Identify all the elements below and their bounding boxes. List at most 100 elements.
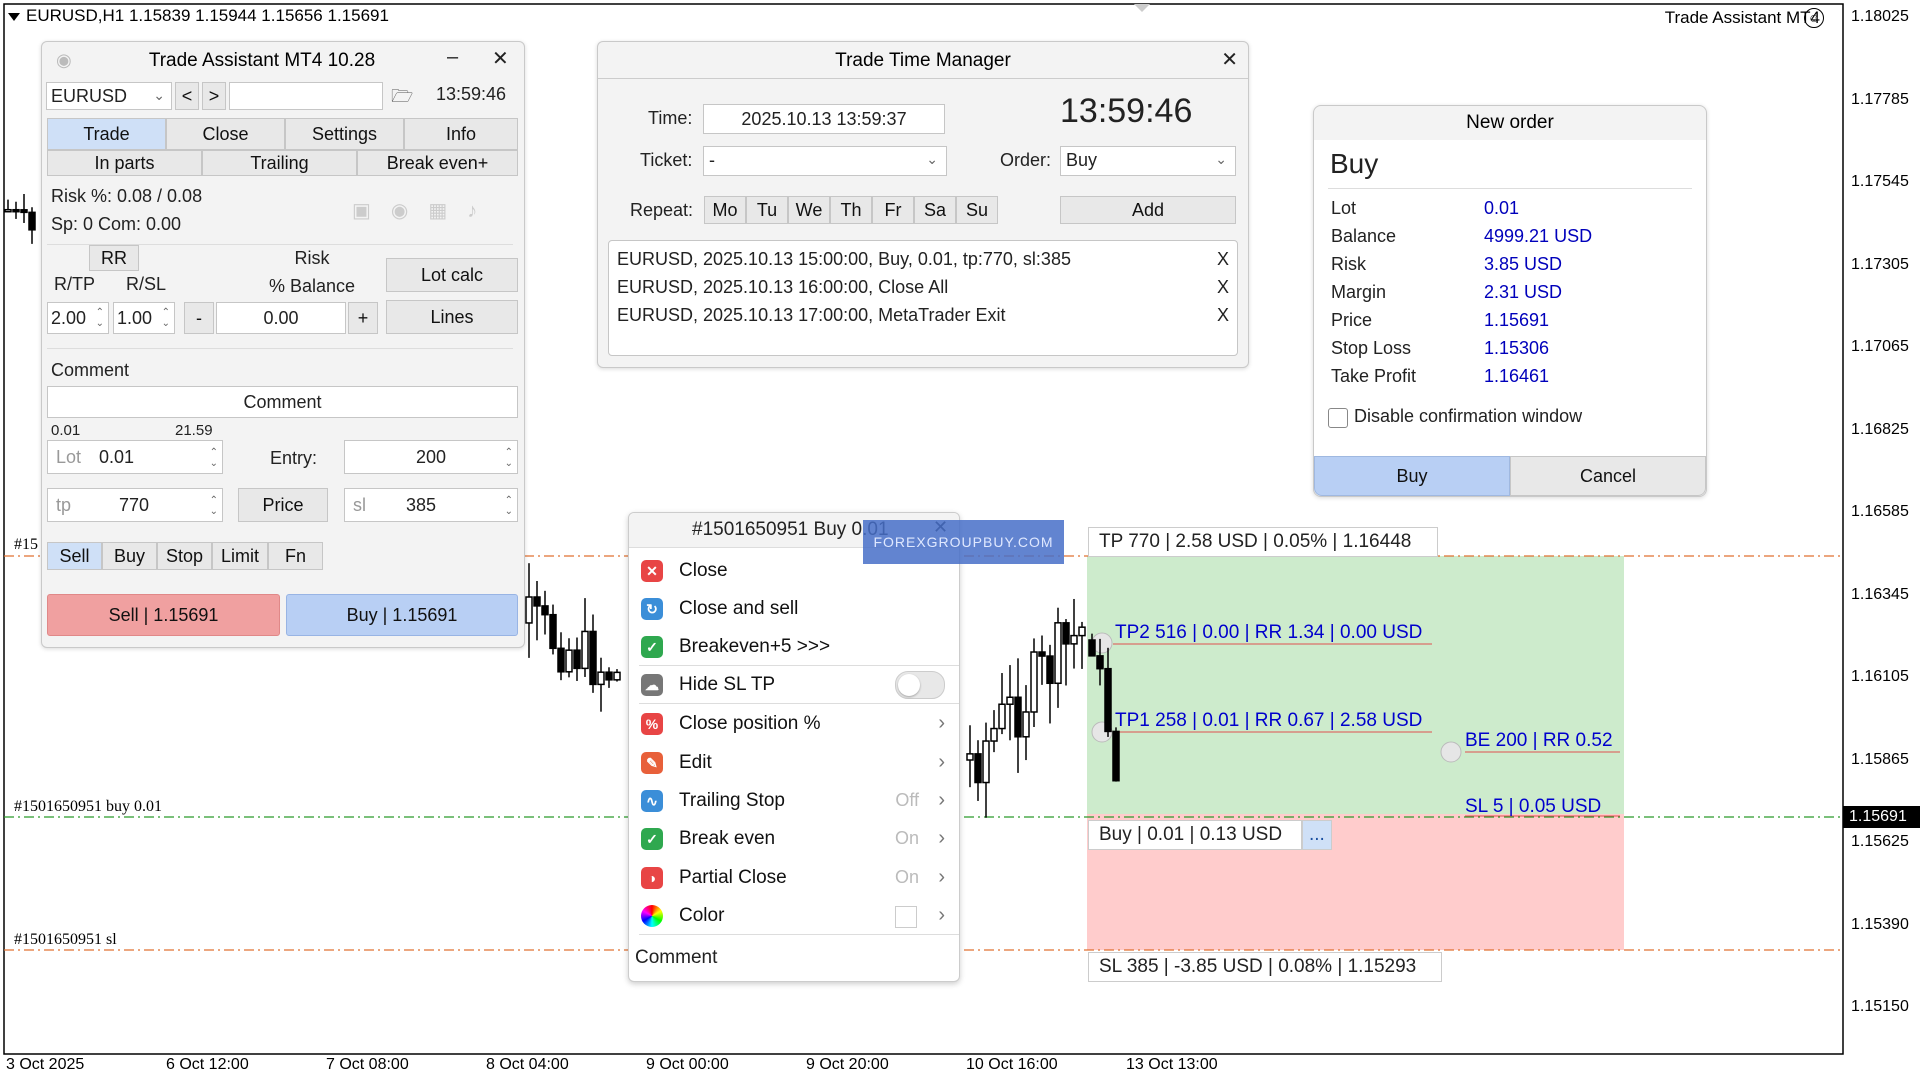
stepper-icon[interactable]: ⌃ ⌄ [505, 447, 513, 469]
price-tick-label: 1.17545 [1851, 173, 1909, 190]
comment-label: Comment [51, 360, 130, 380]
screenshot-icon[interactable]: ▣ [352, 200, 391, 222]
risk-plus-button[interactable]: + [348, 302, 378, 334]
menu-item-label: Close [679, 560, 728, 581]
price-button[interactable]: Price [238, 488, 328, 522]
risk-minus-button[interactable]: - [184, 302, 214, 334]
toolbar-icons[interactable]: ▣◉▦♪ [352, 198, 497, 223]
menu-item[interactable]: ✓ Break even On › [629, 819, 959, 857]
lot-calc-button[interactable]: Lot calc [386, 258, 518, 292]
ttm-order-select[interactable]: Buy ⌄ [1060, 146, 1236, 176]
candle [557, 647, 565, 673]
sl5-label[interactable]: SL 5 | 0.05 USD [1465, 796, 1601, 818]
minimize-button[interactable]: – [447, 46, 458, 69]
ttm-add-button[interactable]: Add [1060, 196, 1236, 224]
rsl-input[interactable]: 1.00 ⌃ ⌄ [113, 302, 175, 334]
sl-input[interactable]: sl 385 ⌃ ⌄ [344, 488, 518, 522]
day-fr[interactable]: Fr [872, 196, 914, 224]
menu-item[interactable]: % Close position % › [629, 704, 959, 742]
stepper-icon[interactable]: ⌃ ⌄ [210, 495, 218, 517]
tab-trailing[interactable]: Trailing [202, 150, 357, 176]
list-item[interactable]: EURUSD, 2025.10.13 17:00:00, MetaTrader … [617, 305, 1213, 326]
tp2-label[interactable]: TP2 516 | 0.00 | RR 1.34 | 0.00 USD [1115, 622, 1422, 644]
be-label[interactable]: BE 200 | RR 0.52 [1465, 730, 1613, 752]
color-swatch[interactable] [895, 906, 917, 928]
order-type-limit[interactable]: Limit [212, 542, 268, 570]
menu-item[interactable]: ↻ Close and sell [629, 589, 959, 627]
entry-input[interactable]: 200 ⌃ ⌄ [344, 440, 518, 474]
stepper-icon[interactable]: ⌃ ⌄ [96, 307, 104, 329]
order-type-stop[interactable]: Stop [157, 542, 212, 570]
risk-percent: Risk %: 0.08 / 0.08 [51, 186, 203, 206]
day-tu[interactable]: Tu [746, 196, 788, 224]
confirm-buy-button[interactable]: Buy [1314, 456, 1510, 496]
remove-task-button[interactable]: X [1217, 305, 1229, 326]
buy-button[interactable]: Buy | 1.15691 [286, 594, 518, 636]
menu-comment[interactable]: Comment [635, 947, 717, 969]
hide-sltp-toggle[interactable] [895, 671, 945, 699]
tp-box[interactable]: TP 770 | 2.58 USD | 0.05% | 1.16448 [1088, 527, 1438, 557]
tab-trade[interactable]: Trade [47, 118, 166, 150]
day-we[interactable]: We [788, 196, 830, 224]
calendar-icon[interactable]: ▦ [428, 200, 467, 222]
lines-button[interactable]: Lines [386, 300, 518, 334]
day-th[interactable]: Th [830, 196, 872, 224]
menu-item[interactable]: ☁ Hide SL TP [629, 665, 959, 703]
sl-box[interactable]: SL 385 | -3.85 USD | 0.08% | 1.15293 [1088, 952, 1442, 982]
order-type-buy[interactable]: Buy [102, 542, 157, 570]
comment-input[interactable]: Comment [47, 386, 518, 418]
day-sa[interactable]: Sa [914, 196, 956, 224]
tab-in-parts[interactable]: In parts [47, 150, 202, 176]
risk-input[interactable]: 0.00 [216, 302, 346, 334]
tab-settings[interactable]: Settings [285, 118, 404, 150]
menu-item[interactable]: Color › [629, 896, 959, 934]
camera-icon[interactable]: ◉ [56, 50, 78, 70]
stepper-icon[interactable]: ⌃ ⌄ [505, 495, 513, 517]
stepper-icon[interactable]: ⌃ ⌄ [210, 447, 218, 469]
menu-item[interactable]: ∿ Trailing Stop Off › [629, 781, 959, 819]
tab-break-even[interactable]: Break even+ [357, 150, 518, 176]
day-su[interactable]: Su [956, 196, 998, 224]
lot-input[interactable]: Lot 0.01 ⌃ ⌄ [47, 440, 223, 474]
stepper-icon[interactable]: ⌃ ⌄ [162, 307, 170, 329]
prev-symbol-button[interactable]: < [175, 82, 199, 110]
ttm-ticket-select[interactable]: - ⌄ [703, 146, 947, 176]
menu-item[interactable]: ✎ Edit › [629, 743, 959, 781]
sl-line-label: #1501650951 sl [14, 931, 117, 948]
remove-task-button[interactable]: X [1217, 249, 1229, 270]
order-type-fn[interactable]: Fn [268, 542, 323, 570]
menu-item-label: Close position % [679, 713, 821, 734]
candle [1046, 655, 1054, 685]
eye-icon[interactable]: ◉ [391, 200, 428, 222]
day-mo[interactable]: Mo [704, 196, 746, 224]
list-item[interactable]: EURUSD, 2025.10.13 15:00:00, Buy, 0.01, … [617, 249, 1213, 270]
disable-confirm-checkbox[interactable] [1328, 408, 1348, 428]
rtp-label: R/TP [54, 274, 96, 294]
tp1-label[interactable]: TP1 258 | 0.01 | RR 0.67 | 2.58 USD [1115, 710, 1422, 732]
next-symbol-button[interactable]: > [202, 82, 226, 110]
bell-icon[interactable]: ♪ [467, 200, 497, 222]
rr-button[interactable]: RR [89, 245, 139, 271]
more-button[interactable]: ... [1302, 820, 1332, 850]
chart-menu-icon[interactable] [8, 12, 20, 21]
close-button[interactable]: ✕ [492, 46, 509, 71]
tp-input[interactable]: tp 770 ⌃ ⌄ [47, 488, 223, 522]
trade-assistant-panel: ◉ Trade Assistant MT4 10.28 – ✕ EURUSD ⌄ … [41, 41, 525, 648]
folder-icon[interactable]: 🗁 [391, 84, 413, 114]
remove-task-button[interactable]: X [1217, 277, 1229, 298]
ttm-close-button[interactable]: ✕ [1221, 47, 1238, 72]
rtp-input[interactable]: 2.00 ⌃ ⌄ [47, 302, 109, 334]
list-item[interactable]: EURUSD, 2025.10.13 16:00:00, Close All [617, 277, 1213, 298]
symbol-field[interactable] [229, 82, 383, 110]
tab-info[interactable]: Info [404, 118, 518, 150]
watermark: FOREXGROUPBUY.COM [863, 520, 1064, 564]
sell-button[interactable]: Sell | 1.15691 [47, 594, 280, 636]
menu-item[interactable]: ✓ Breakeven+5 >>> [629, 627, 959, 665]
buy-box[interactable]: Buy | 0.01 | 0.13 USD [1088, 820, 1302, 850]
menu-item[interactable]: ◑ Partial Close On › [629, 858, 959, 896]
cancel-button[interactable]: Cancel [1510, 456, 1706, 496]
order-type-sell[interactable]: Sell [47, 542, 102, 570]
symbol-select[interactable]: EURUSD ⌄ [46, 82, 172, 110]
ttm-time-input[interactable]: 2025.10.13 13:59:37 [703, 104, 945, 134]
tab-close[interactable]: Close [166, 118, 285, 150]
